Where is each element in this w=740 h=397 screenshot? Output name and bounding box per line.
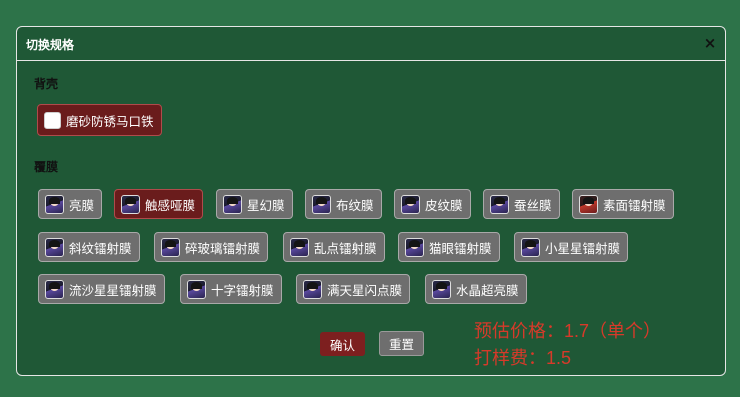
option-film-8[interactable]: 碎玻璃镭射膜 bbox=[154, 232, 269, 262]
option-film-7[interactable]: 斜纹镭射膜 bbox=[38, 232, 140, 262]
anime-thumb-icon bbox=[290, 237, 309, 257]
anime-thumb-icon bbox=[579, 194, 598, 214]
option-label: 触感哑膜 bbox=[145, 197, 196, 213]
anime-thumb-icon bbox=[45, 237, 64, 257]
anime-thumb-icon bbox=[312, 194, 331, 214]
option-film-5[interactable]: 蚕丝膜 bbox=[483, 189, 560, 219]
sample-fee: 打样费：1.5 bbox=[474, 348, 572, 368]
spec-switch-dialog: 切换规格 × 背壳 磨砂防锈马口铁 覆膜 亮膜 触感哑膜 星幻膜 布纹膜 皮纹膜… bbox=[16, 26, 726, 376]
option-film-0[interactable]: 亮膜 bbox=[38, 189, 103, 219]
option-film-4[interactable]: 皮纹膜 bbox=[394, 189, 471, 219]
anime-thumb-icon bbox=[223, 194, 242, 214]
option-label: 磨砂防锈马口铁 bbox=[66, 113, 154, 129]
option-label: 蚕丝膜 bbox=[514, 197, 552, 213]
option-film-3[interactable]: 布纹膜 bbox=[305, 189, 382, 219]
anime-thumb-icon bbox=[121, 194, 140, 214]
back-shell-section-label: 背壳 bbox=[34, 77, 59, 91]
option-label: 星幻膜 bbox=[247, 197, 285, 213]
option-label: 乱点镭射膜 bbox=[314, 240, 377, 256]
anime-thumb-icon bbox=[45, 279, 64, 299]
dialog-title: 切换规格 bbox=[26, 38, 75, 52]
film-section-label: 覆膜 bbox=[34, 160, 59, 174]
option-film-12[interactable]: 流沙星星镭射膜 bbox=[38, 274, 165, 304]
option-label: 皮纹膜 bbox=[425, 197, 463, 213]
anime-thumb-icon bbox=[303, 279, 322, 299]
confirm-button[interactable]: 确认 bbox=[320, 332, 365, 356]
anime-thumb-icon bbox=[401, 194, 420, 214]
option-label: 水晶超亮膜 bbox=[456, 282, 519, 298]
option-film-10[interactable]: 猫眼镭射膜 bbox=[398, 232, 500, 262]
option-label: 斜纹镭射膜 bbox=[69, 240, 132, 256]
option-film-9[interactable]: 乱点镭射膜 bbox=[283, 232, 385, 262]
option-film-13[interactable]: 十字镭射膜 bbox=[180, 274, 282, 304]
option-label: 亮膜 bbox=[69, 197, 95, 213]
dialog-header: 切换规格 × bbox=[17, 27, 725, 61]
option-label: 猫眼镭射膜 bbox=[429, 240, 492, 256]
option-label: 布纹膜 bbox=[336, 197, 374, 213]
option-label: 十字镭射膜 bbox=[211, 282, 274, 298]
white-square-icon bbox=[44, 111, 61, 129]
option-label: 小星星镭射膜 bbox=[545, 240, 621, 256]
price-estimate: 预估价格：1.7（单个） bbox=[474, 321, 662, 341]
option-back-shell-0[interactable]: 磨砂防锈马口铁 bbox=[37, 104, 162, 136]
option-film-15[interactable]: 水晶超亮膜 bbox=[425, 274, 527, 304]
option-film-2[interactable]: 星幻膜 bbox=[216, 189, 293, 219]
option-label: 素面镭射膜 bbox=[603, 197, 666, 213]
anime-thumb-icon bbox=[432, 279, 451, 299]
reset-button[interactable]: 重置 bbox=[379, 331, 424, 356]
option-film-11[interactable]: 小星星镭射膜 bbox=[514, 232, 629, 262]
option-label: 流沙星星镭射膜 bbox=[69, 282, 157, 298]
option-label: 满天星闪点膜 bbox=[327, 282, 403, 298]
option-film-1[interactable]: 触感哑膜 bbox=[114, 189, 204, 219]
close-button[interactable]: × bbox=[703, 34, 717, 52]
option-label: 碎玻璃镭射膜 bbox=[185, 240, 261, 256]
anime-thumb-icon bbox=[187, 279, 206, 299]
anime-thumb-icon bbox=[161, 237, 180, 257]
anime-thumb-icon bbox=[521, 237, 540, 257]
anime-thumb-icon bbox=[490, 194, 509, 214]
anime-thumb-icon bbox=[405, 237, 424, 257]
option-film-14[interactable]: 满天星闪点膜 bbox=[296, 274, 411, 304]
option-film-6[interactable]: 素面镭射膜 bbox=[572, 189, 674, 219]
anime-thumb-icon bbox=[45, 194, 64, 214]
